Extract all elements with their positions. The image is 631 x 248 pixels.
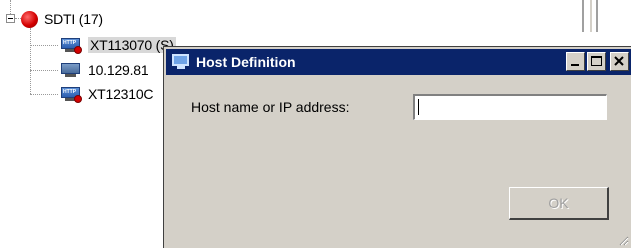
minimize-button[interactable] bbox=[566, 52, 585, 71]
ok-button[interactable]: OK bbox=[509, 187, 609, 220]
dialog-title: Host Definition bbox=[196, 54, 296, 70]
pane-splitter[interactable] bbox=[582, 0, 584, 32]
collapse-toggle-icon[interactable] bbox=[6, 14, 15, 23]
maximize-button[interactable] bbox=[587, 52, 606, 71]
host-monitor-icon: HTTP bbox=[60, 36, 82, 54]
pane-splitter bbox=[590, 0, 592, 32]
monitor-icon bbox=[60, 61, 82, 79]
tree-connector bbox=[30, 45, 58, 46]
close-button[interactable] bbox=[610, 52, 629, 71]
pane-splitter[interactable] bbox=[596, 0, 598, 32]
host-monitor-icon: HTTP bbox=[60, 85, 82, 103]
monitor-icon bbox=[172, 54, 190, 70]
host-field-label: Host name or IP address: bbox=[191, 99, 350, 115]
tree-connector bbox=[30, 70, 58, 71]
tree-node-host[interactable]: 10.129.81 bbox=[60, 60, 149, 80]
tree-connector bbox=[10, 0, 11, 14]
caption-buttons bbox=[566, 52, 629, 71]
tree-node-host[interactable]: HTTP XT12310C bbox=[60, 84, 154, 104]
resize-grip-icon[interactable] bbox=[617, 234, 629, 246]
text-caret bbox=[418, 99, 419, 115]
tree-connector bbox=[30, 94, 58, 95]
tree-node-label: XT12310C bbox=[88, 86, 154, 102]
tree-node-label: 10.129.81 bbox=[88, 62, 149, 78]
dialog-titlebar[interactable]: Host Definition bbox=[166, 49, 631, 75]
host-definition-dialog: Host Definition Host name or IP address:… bbox=[163, 46, 631, 248]
tree-connector bbox=[30, 28, 31, 94]
tree-node-label: SDTI (17) bbox=[44, 11, 103, 27]
tree-node-host[interactable]: HTTP XT113070 (S) bbox=[60, 35, 176, 55]
red-circle-icon bbox=[21, 10, 38, 28]
close-icon bbox=[614, 56, 624, 66]
tree-node-group[interactable]: SDTI (17) bbox=[21, 9, 103, 29]
host-input[interactable] bbox=[413, 94, 607, 120]
